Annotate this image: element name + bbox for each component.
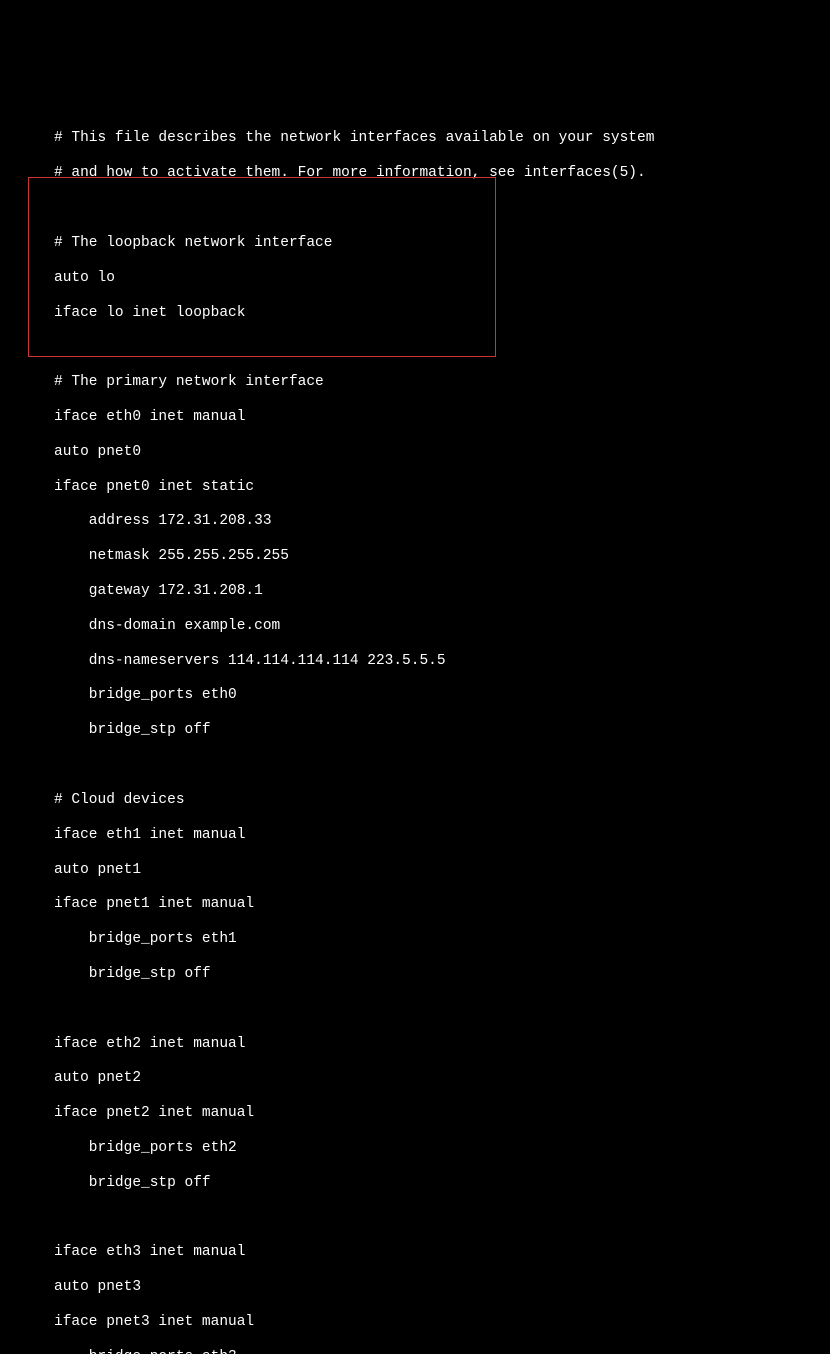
config-line: address 172.31.208.33: [54, 513, 830, 530]
config-line: auto pnet3: [54, 1279, 830, 1296]
config-line: auto lo: [54, 270, 830, 287]
config-line: [54, 339, 830, 356]
config-line: iface pnet2 inet manual: [54, 1105, 830, 1122]
config-line: # The loopback network interface: [54, 235, 830, 252]
config-line: [54, 757, 830, 774]
config-line: bridge_stp off: [54, 966, 830, 983]
config-line: [54, 1210, 830, 1227]
config-line: bridge_ports eth1: [54, 931, 830, 948]
config-line: bridge_stp off: [54, 722, 830, 739]
config-line: iface lo inet loopback: [54, 305, 830, 322]
config-line: iface eth3 inet manual: [54, 1244, 830, 1261]
config-line: iface pnet1 inet manual: [54, 896, 830, 913]
config-line: bridge_ports eth2: [54, 1140, 830, 1157]
config-line: iface pnet0 inet static: [54, 479, 830, 496]
config-line: iface eth0 inet manual: [54, 409, 830, 426]
config-line: auto pnet0: [54, 444, 830, 461]
config-line: bridge_ports eth0: [54, 687, 830, 704]
config-line: dns-domain example.com: [54, 618, 830, 635]
config-line: # Cloud devices: [54, 792, 830, 809]
config-line: auto pnet1: [54, 862, 830, 879]
config-line: # This file describes the network interf…: [54, 130, 830, 147]
config-line: iface eth1 inet manual: [54, 827, 830, 844]
config-line: # and how to activate them. For more inf…: [54, 165, 830, 182]
config-line: [54, 200, 830, 217]
config-line: dns-nameservers 114.114.114.114 223.5.5.…: [54, 653, 830, 670]
config-line: bridge_ports eth3: [54, 1349, 830, 1354]
config-line: bridge_stp off: [54, 1175, 830, 1192]
config-line: # The primary network interface: [54, 374, 830, 391]
config-line: auto pnet2: [54, 1070, 830, 1087]
config-line: netmask 255.255.255.255: [54, 548, 830, 565]
config-line: iface eth2 inet manual: [54, 1036, 830, 1053]
config-line: [54, 1001, 830, 1018]
config-line: iface pnet3 inet manual: [54, 1314, 830, 1331]
config-line: gateway 172.31.208.1: [54, 583, 830, 600]
